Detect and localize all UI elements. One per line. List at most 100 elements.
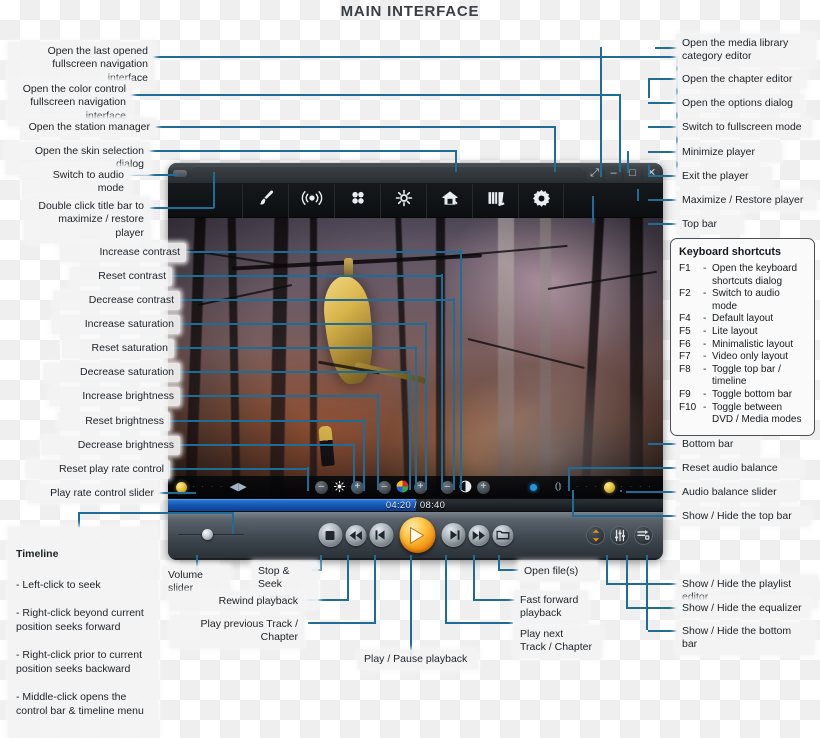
shortcut-row-f7: F7 - Video only layout (679, 351, 807, 364)
play-rate-reset-icon[interactable]: ◀▶ (230, 481, 247, 493)
leader-line-chapter-editor (648, 78, 677, 80)
station-manager-button[interactable] (288, 183, 334, 218)
timeline-seek-bar[interactable]: 04:20 / 08:40 (168, 498, 663, 512)
fast-forward-button[interactable] (468, 524, 489, 546)
leader-line-options-dialog (648, 102, 677, 104)
previous-track-button[interactable] (369, 523, 393, 547)
shortcut-dash-f6: - (703, 338, 707, 350)
leader-line-equalizer-h (626, 607, 648, 609)
callout-reset-audio-balance: Reset audio balance (676, 459, 802, 479)
chapter-editor-button[interactable] (472, 183, 518, 218)
shortcut-row-f8: F8 - Toggle top bar / timeline (679, 364, 807, 389)
play-rate-knob[interactable] (176, 481, 187, 493)
callout-decrease-contrast: Decrease contrast (54, 291, 180, 311)
options-button[interactable] (518, 183, 564, 218)
play-pause-button[interactable] (399, 517, 435, 553)
fullscreen-nav-button[interactable] (380, 183, 426, 218)
playlist-editor-toggle-button[interactable] (586, 525, 605, 545)
callout-top-bar: Top bar (676, 215, 744, 235)
callout-increase-brightness: Increase brightness (50, 387, 180, 407)
reset-audio-balance-icon[interactable]: ⦅⦆ (555, 482, 562, 492)
shortcut-key-f8: F8 (679, 363, 691, 375)
decrease-brightness-button[interactable]: – (314, 480, 328, 494)
close-button[interactable]: ✕ (643, 165, 660, 181)
callout-bottom-bar: Bottom bar (676, 435, 760, 455)
leader-line-audio-balance-slider (626, 491, 677, 493)
callout-decrease-brightness: Decrease brightness (42, 436, 180, 456)
shortcut-desc-f10: Toggle between DVD / Media modes (712, 401, 802, 426)
leader-line-reset-saturation (172, 347, 416, 349)
leader-drop-reset-brightness (363, 419, 365, 491)
shortcut-key-f5: F5 (679, 325, 691, 337)
callout-reset-brightness: Reset brightness (58, 412, 170, 432)
leader-drop-balance-slider (620, 490, 622, 492)
leader-line-prev-h (308, 622, 376, 624)
leader-line-top-bar (648, 223, 677, 225)
equalizer-toggle-button[interactable] (610, 525, 629, 545)
volume-slider[interactable] (178, 528, 244, 542)
callout-reset-play-rate: Reset play rate control (26, 460, 170, 480)
leader-line-play-rate-slider (158, 492, 196, 494)
timeline-note-line-3: - Right-click prior to current position … (16, 649, 143, 675)
timeline-note-box: Timeline - Left-click to seek - Right-cl… (8, 527, 158, 738)
callout-rewind: Rewind playback (170, 592, 304, 612)
decrease-saturation-button[interactable]: – (377, 480, 391, 494)
shortcut-dash-f1: - (703, 263, 707, 274)
bottom-bar-toggle-button[interactable] (634, 525, 653, 545)
saturation-reset-icon[interactable] (396, 480, 409, 495)
callout-next-track: Play next Track / Chapter (514, 625, 602, 658)
leader-drop-top-bar (592, 196, 594, 223)
color-control-button[interactable] (334, 183, 380, 218)
volume-slider-knob[interactable] (202, 529, 213, 540)
leader-line-decrease-saturation (178, 371, 410, 373)
callout-show-hide-equalizer: Show / Hide the equalizer (676, 599, 810, 619)
shortcut-dash-f9: - (703, 388, 707, 400)
callout-reset-saturation: Reset saturation (62, 339, 174, 359)
leader-line-reset-audio-balance (648, 467, 677, 469)
leader-drop-increase-saturation (425, 322, 427, 490)
stop-button[interactable] (318, 523, 342, 547)
leader-line-bottom-bar (648, 443, 677, 445)
brush-icon (256, 188, 276, 213)
timeline-note-title: Timeline (16, 548, 59, 560)
leader-drop-timeline-note (232, 512, 234, 534)
title-bar[interactable]: ⤢ – □ ✕ (168, 163, 663, 184)
leader-line-minimize-player (648, 151, 677, 153)
leader-drop-decrease-contrast (453, 298, 455, 490)
timeline-note-line-2: - Right-click beyond current position se… (16, 607, 144, 633)
decrease-contrast-button[interactable]: – (440, 480, 454, 494)
leader-drop-station (554, 126, 556, 172)
leader-drop-color-nav (619, 94, 621, 172)
title-text-area[interactable] (191, 165, 584, 181)
leader-drop-minimize (627, 151, 629, 173)
leader-line-color-control-nav (130, 94, 620, 96)
callout-increase-saturation: Increase saturation (52, 315, 180, 335)
leader-drop-reset-play-rate (307, 467, 309, 491)
increase-contrast-button[interactable]: + (476, 480, 490, 494)
timeline-note-line-4: - Middle-click opens the control bar & t… (16, 691, 144, 717)
media-library-button[interactable] (426, 183, 472, 218)
leader-drop-increase-brightness (377, 394, 379, 490)
leader-drop-skin (455, 150, 457, 172)
callout-exit-player: Exit the player (676, 167, 772, 187)
leader-line-fullscreen-mode (648, 126, 677, 128)
saturation-control: – + (377, 480, 427, 495)
audio-balance-knob[interactable] (604, 481, 616, 493)
leader-drop-chapter (648, 78, 650, 98)
top-bar-toggle-dot[interactable] (529, 483, 537, 491)
shortcut-row-f6: F6 - Minimalistic layout (679, 339, 807, 352)
leader-drop-timeline-note-left (78, 512, 80, 528)
shortcut-key-f4: F4 (679, 313, 691, 325)
rewind-button[interactable] (345, 524, 366, 546)
timeline-note-line-1: - Left-click to seek (16, 579, 101, 591)
skin-selection-button[interactable] (242, 183, 288, 218)
open-files-button[interactable] (492, 524, 513, 546)
leader-line-decrease-brightness (178, 444, 354, 446)
leader-line-forward-h (473, 599, 515, 601)
play-rate-control[interactable]: · · · · ◀▶ (176, 481, 247, 493)
callout-prev-track: Play previous Track / Chapter (170, 615, 304, 648)
next-track-button[interactable] (441, 523, 465, 547)
callout-fullscreen-mode: Switch to fullscreen mode (676, 118, 812, 138)
brightness-reset-icon[interactable] (333, 480, 346, 495)
leader-drop-rewind (347, 555, 349, 600)
